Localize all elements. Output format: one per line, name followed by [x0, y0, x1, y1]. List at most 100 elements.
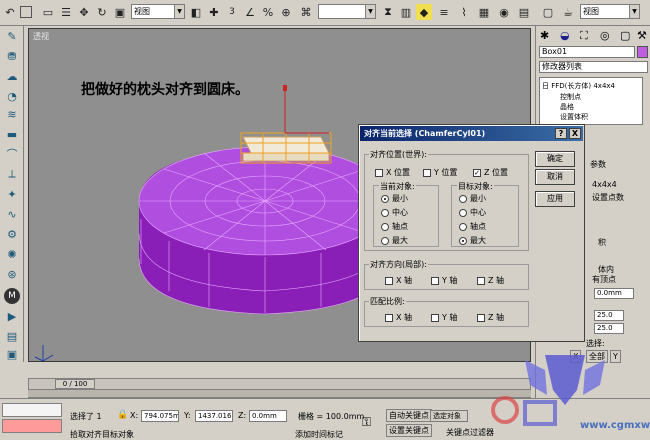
- y-coordinate-field[interactable]: 1437.016r: [195, 410, 233, 422]
- time-slider[interactable]: 0 / 100: [28, 378, 531, 390]
- set-key-button[interactable]: 设置关键点: [386, 424, 432, 437]
- current-center-radio[interactable]: 中心: [381, 207, 408, 218]
- modifier-list-dropdown[interactable]: 修改器列表: [539, 61, 648, 73]
- hinge-icon[interactable]: ⟂: [4, 166, 20, 182]
- object-color-swatch[interactable]: [637, 46, 648, 58]
- select-manipulate-icon[interactable]: ✚: [206, 4, 222, 20]
- add-time-tag[interactable]: 添加时间标记: [295, 429, 343, 440]
- render-setup-icon[interactable]: ▤: [516, 4, 532, 20]
- selected-object-dropdown[interactable]: 选定对象: [430, 410, 468, 422]
- motion-tab-icon[interactable]: ◎: [600, 29, 610, 42]
- properties-icon[interactable]: ▤: [4, 328, 20, 344]
- set-points-button[interactable]: 设置点数: [592, 192, 624, 203]
- x-position-checkbox[interactable]: X 位置: [375, 167, 410, 178]
- snap-toggle-icon[interactable]: 3: [224, 4, 240, 20]
- key-filters[interactable]: 关键点过滤器: [446, 427, 494, 438]
- modifier-stack[interactable]: 日 FFD(长方体) 4x4x4 控制点 晶格 设置体积: [539, 77, 643, 125]
- rope-icon[interactable]: ≋: [4, 106, 20, 122]
- orient-x-checkbox[interactable]: X 轴: [385, 275, 412, 286]
- rotate-icon[interactable]: ↻: [94, 4, 110, 20]
- mirror-icon[interactable]: ⧗: [380, 4, 396, 20]
- scale-icon[interactable]: ▣: [112, 4, 128, 20]
- angle-snap-icon[interactable]: ∠: [242, 4, 258, 20]
- all-x-button[interactable]: X: [570, 350, 582, 363]
- current-min-radio[interactable]: 最小: [381, 193, 408, 204]
- utilities-tab-icon[interactable]: ⚒: [637, 29, 647, 42]
- water-icon[interactable]: ∿: [4, 206, 20, 222]
- modify-tab-icon[interactable]: ◒: [560, 29, 570, 42]
- scale-z-checkbox[interactable]: Z 轴: [477, 312, 504, 323]
- undo-icon[interactable]: ↶: [2, 4, 18, 20]
- pivot-icon[interactable]: ◧: [188, 4, 204, 20]
- car-icon[interactable]: ⚙: [4, 226, 20, 242]
- analyze-icon[interactable]: ▣: [4, 346, 20, 362]
- create-tab-icon[interactable]: ✱: [540, 29, 549, 42]
- z-coordinate-field[interactable]: 0.0mm: [249, 410, 287, 422]
- scale-y-checkbox[interactable]: Y 轴: [431, 312, 457, 323]
- x-coordinate-field[interactable]: 794.075m: [141, 410, 179, 422]
- layer-manager-icon[interactable]: ≡: [436, 4, 452, 20]
- help-button[interactable]: ?: [555, 128, 567, 139]
- orient-z-checkbox[interactable]: Z 轴: [477, 275, 504, 286]
- close-button[interactable]: X: [569, 128, 581, 139]
- falloff-field[interactable]: 0.0mm: [594, 288, 634, 299]
- select-by-name-icon[interactable]: ☰: [58, 4, 74, 20]
- cancel-button[interactable]: 取消: [535, 169, 575, 185]
- cloth-icon[interactable]: ☁: [4, 68, 20, 84]
- target-max-radio[interactable]: 最大: [459, 235, 486, 246]
- scale-x-checkbox[interactable]: X 轴: [385, 312, 412, 323]
- lock-selection-icon[interactable]: 🔒: [117, 410, 128, 420]
- quick-render-icon[interactable]: ☕: [560, 4, 576, 20]
- render-type-select[interactable]: 视图 ▼: [580, 4, 640, 19]
- hierarchy-tab-icon[interactable]: ⛶: [580, 29, 588, 43]
- render-frame-icon[interactable]: ▢: [540, 4, 556, 20]
- named-selection-icon[interactable]: ⌘: [298, 4, 314, 20]
- current-pivot-radio[interactable]: 轴点: [381, 221, 408, 232]
- stack-item-control-points[interactable]: 控制点: [560, 92, 581, 102]
- fan-icon[interactable]: ✺: [4, 246, 20, 262]
- all-button[interactable]: 全部: [586, 350, 608, 363]
- target-min-radio[interactable]: 最小: [459, 193, 486, 204]
- fracture-icon[interactable]: ✦: [4, 186, 20, 202]
- orient-y-checkbox[interactable]: Y 轴: [431, 275, 457, 286]
- align-active-icon[interactable]: ◆: [416, 4, 432, 20]
- select-object-icon[interactable]: ▭: [40, 4, 56, 20]
- params-heading[interactable]: 参数: [590, 159, 606, 170]
- display-tab-icon[interactable]: ▢: [620, 29, 630, 42]
- stack-item-lattice[interactable]: 晶格: [560, 102, 574, 112]
- plane-icon[interactable]: ▬: [4, 126, 20, 142]
- percent-snap-icon[interactable]: %: [260, 4, 276, 20]
- reactor-icon[interactable]: ✎: [4, 28, 20, 44]
- track-bar[interactable]: [28, 390, 531, 398]
- z-position-checkbox[interactable]: ✓ Z 位置: [473, 167, 508, 178]
- object-name-field[interactable]: Box01: [539, 46, 635, 58]
- align-icon[interactable]: ▥: [398, 4, 414, 20]
- stack-item-ffd[interactable]: 日 FFD(长方体) 4x4x4: [542, 81, 615, 91]
- curve-editor-icon[interactable]: ⌇: [456, 4, 472, 20]
- move-icon[interactable]: ✥: [76, 4, 92, 20]
- key-icon[interactable]: ⚿: [362, 415, 371, 430]
- maxscript-output[interactable]: [2, 419, 62, 433]
- continuity-field[interactable]: 25.0: [594, 323, 624, 334]
- auto-key-button[interactable]: 自动关键点: [386, 409, 432, 422]
- rigid-body-icon[interactable]: ⛃: [4, 48, 20, 64]
- y-position-checkbox[interactable]: Y 位置: [423, 167, 457, 178]
- target-center-radio[interactable]: 中心: [459, 207, 486, 218]
- ok-button[interactable]: 确定: [535, 151, 575, 167]
- dialog-titlebar[interactable]: 对齐当前选择 (ChamferCyl01) ? X: [360, 126, 583, 141]
- softbody-icon[interactable]: ◔: [4, 88, 20, 104]
- preview-icon[interactable]: ▶: [4, 308, 20, 324]
- time-slider-thumb[interactable]: 0 / 100: [55, 379, 95, 389]
- apply-button[interactable]: 应用: [535, 191, 575, 207]
- reference-coord-select[interactable]: 视图 ▼: [131, 4, 185, 19]
- spinner-snap-icon[interactable]: ⊕: [278, 4, 294, 20]
- stack-item-set-volume[interactable]: 设置体积: [560, 112, 588, 122]
- named-selection-set[interactable]: ▼: [318, 4, 376, 19]
- tension-field[interactable]: 25.0: [594, 310, 624, 321]
- m-icon[interactable]: M: [4, 288, 20, 304]
- target-pivot-radio[interactable]: 轴点: [459, 221, 486, 232]
- all-y-button[interactable]: Y: [610, 350, 621, 363]
- spring-icon[interactable]: ⌒: [4, 146, 20, 162]
- material-editor-icon[interactable]: ◉: [496, 4, 512, 20]
- schematic-view-icon[interactable]: ▦: [476, 4, 492, 20]
